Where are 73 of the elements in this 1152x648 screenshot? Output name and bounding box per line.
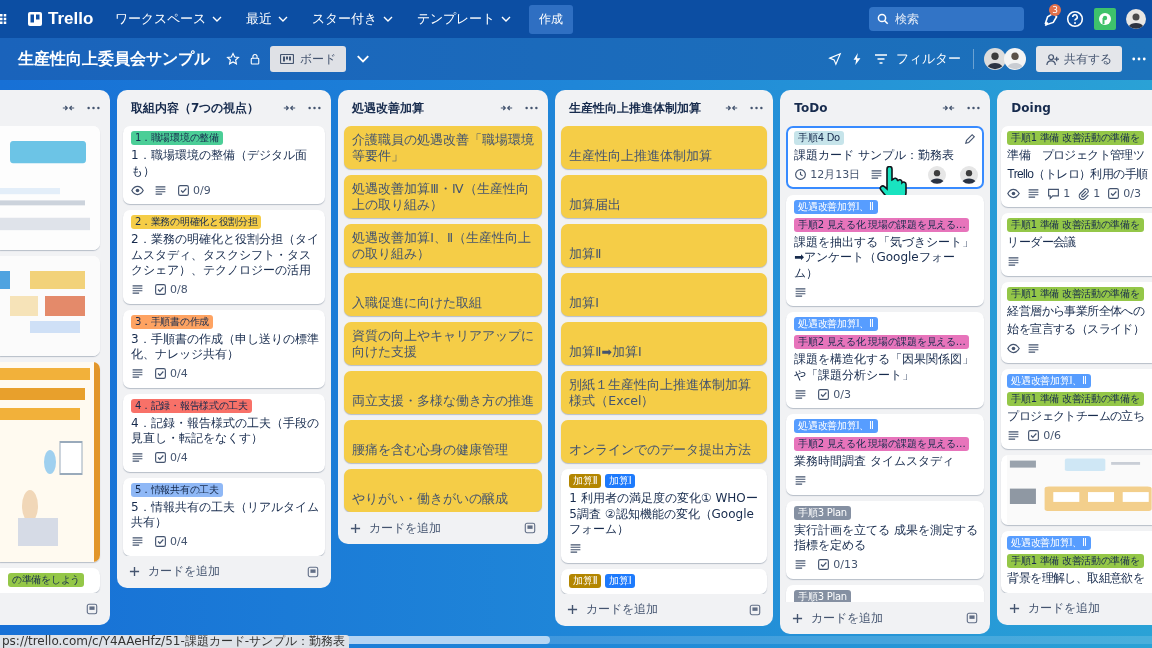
card-label: 加算Ⅱ [569,573,602,588]
card-title: 処遇改善加算Ⅰ、Ⅱ（生産性向上の取り組み） [352,230,533,261]
card-label: 手順2 見える化 現場の課題を見える… [794,437,970,451]
card-title-line: リーダー会議 [1007,235,1077,251]
card-title: やりがい・働きがいの醸成 [352,490,510,506]
card-label: 手順2 見える化 現場の課題を見える… [794,335,970,349]
card-label: 手順1 準備 改善活動の準備を [1007,554,1144,568]
card-label: 5．情報共有の工夫 [131,482,223,497]
card-label: 手順1 準備 改善活動の準備を [1007,131,1144,145]
card-label: 手順4 Do [794,131,844,145]
card-label: 処遇改善加算Ⅰ、Ⅱ [794,199,878,214]
card-label: 手順3 Plan [794,589,851,602]
card-title: 課題を抽出する「気づきシート」➡アンケート（Googleフォーム） [794,234,976,281]
card-label: 処遇改善加算Ⅰ、Ⅱ [794,317,878,331]
card-title-line: Trello（トレロ）利用の手順 [1007,166,1149,182]
card-title: 課題カード サンプル：勤務表 [794,148,956,164]
card-title-line: プロジェクトチームの立ち [1007,408,1146,424]
card-label: 加算Ⅰ [605,474,636,488]
card-title: 資質の向上やキャリアアップに向けた支援 [352,328,535,359]
card-title: 5．情報共有の工夫（リアルタイム共有） [131,499,320,531]
card-title: 実行計画を立てる 成果を測定する指標を定める [794,522,979,554]
card-label: 4．記録・報告様式の工夫 [131,398,252,413]
card-label: 加算Ⅰ [605,573,636,588]
card-title: 加算Ⅱ [569,245,603,261]
card-title-line: 経営層から事業所全体への [1007,303,1146,319]
card-label: 1．職場環境の整備 [131,131,223,145]
card-label: 処遇改善加算Ⅰ、Ⅱ [1007,536,1091,550]
card-title: 両立支援・多様な働き方の推進 [352,392,535,408]
card-title: 介護職員の処遇改善「職場環境等要件」 [352,132,535,163]
card-title: 処遇改善加算Ⅲ・Ⅳ（生産性向上の取り組み） [352,181,530,212]
card-label: 処遇改善加算Ⅰ、Ⅱ [794,419,878,433]
card-title: 業務時間調査 タイムスタディ [794,454,956,470]
card-title-line: 準備 プロジェクト管理ツ [1007,148,1146,164]
card-title: オンラインでのデータ提出方法 [569,441,753,457]
card-label: の準備をしよう [8,573,84,587]
card-label: 手順1 準備 改善活動の準備を [1007,286,1144,301]
checklist-badge: 0/3 [1107,186,1142,200]
card-label: 3．手順書の作成 [131,314,213,329]
card-title: 課題を構造化する「因果関係図」や「課題分析シート」 [794,352,976,383]
card-label: 手順1 準備 改善活動の準備を [1007,218,1144,232]
card-label: 加算Ⅱ [569,474,602,488]
card-label: 処遇改善加算Ⅰ、Ⅱ [1007,373,1091,388]
checklist-badge: 0/3 [817,387,852,401]
card-title: 1 利用者の満足度の変化① WHOー5調査 ②認知機能の変化（Googleフォーム） [569,491,759,538]
card-title: 生産性向上推進体制加算 [569,147,714,163]
card-title: 4．記録・報告様式の工夫（手段の見直し・転記をなくす） [131,415,320,447]
comment-badge: 1 [1047,186,1071,200]
card-title-line: 背景を理解し、取組意欲を [1007,571,1146,587]
checklist-badge: 0/8 [154,283,188,296]
checklist-badge: 0/4 [154,535,188,548]
card-title: 3．手順書の作成（申し送りの標準化、ナレッジ共有） [131,331,320,363]
card-title: 入職促進に向けた取組 [352,294,484,310]
card-label: 手順3 Plan [794,505,851,520]
checklist-badge: 0/4 [154,451,188,464]
attachment-badge: 1 [1077,186,1101,200]
card-title: 2．業務の明確化と役割分担（タイムスタディ、タスクシフト・タスクシェア）、テクノロジーの活用 [131,232,320,279]
card-label: 2．業務の明確化と役割分担 [131,215,262,229]
checklist-badge: 0/13 [817,558,859,571]
card-title: 1．職場環境の整備（デジタル面も） [131,148,308,179]
card-title-line: 始を宣言する（スライド） [1007,322,1146,338]
card-title: 別紙１生産性向上推進体制加算様式（Excel） [569,377,753,408]
due-date-badge: 12月13日 [794,167,861,182]
card-title: 加算Ⅱ➡加算Ⅰ [569,343,643,359]
checklist-badge: 0/4 [154,367,188,380]
notification-count: 3 [1049,4,1061,16]
card-label: 手順2 見える化 現場の課題を見える… [794,217,970,232]
checklist-badge: 0/9 [177,183,211,197]
link-url-tooltip: ps://trello.com/c/Y4AAeHfz/51-課題カード-サンプル：勤務表 [0,635,350,648]
card-title: 加算Ⅰ [569,294,601,310]
card-label: 手順1 準備 改善活動の準備を [1007,391,1144,406]
card-title: 加算届出 [569,196,623,212]
card-title: 腰痛を含む心身の健康管理 [352,441,510,457]
checklist-badge: 0/6 [1027,428,1062,442]
